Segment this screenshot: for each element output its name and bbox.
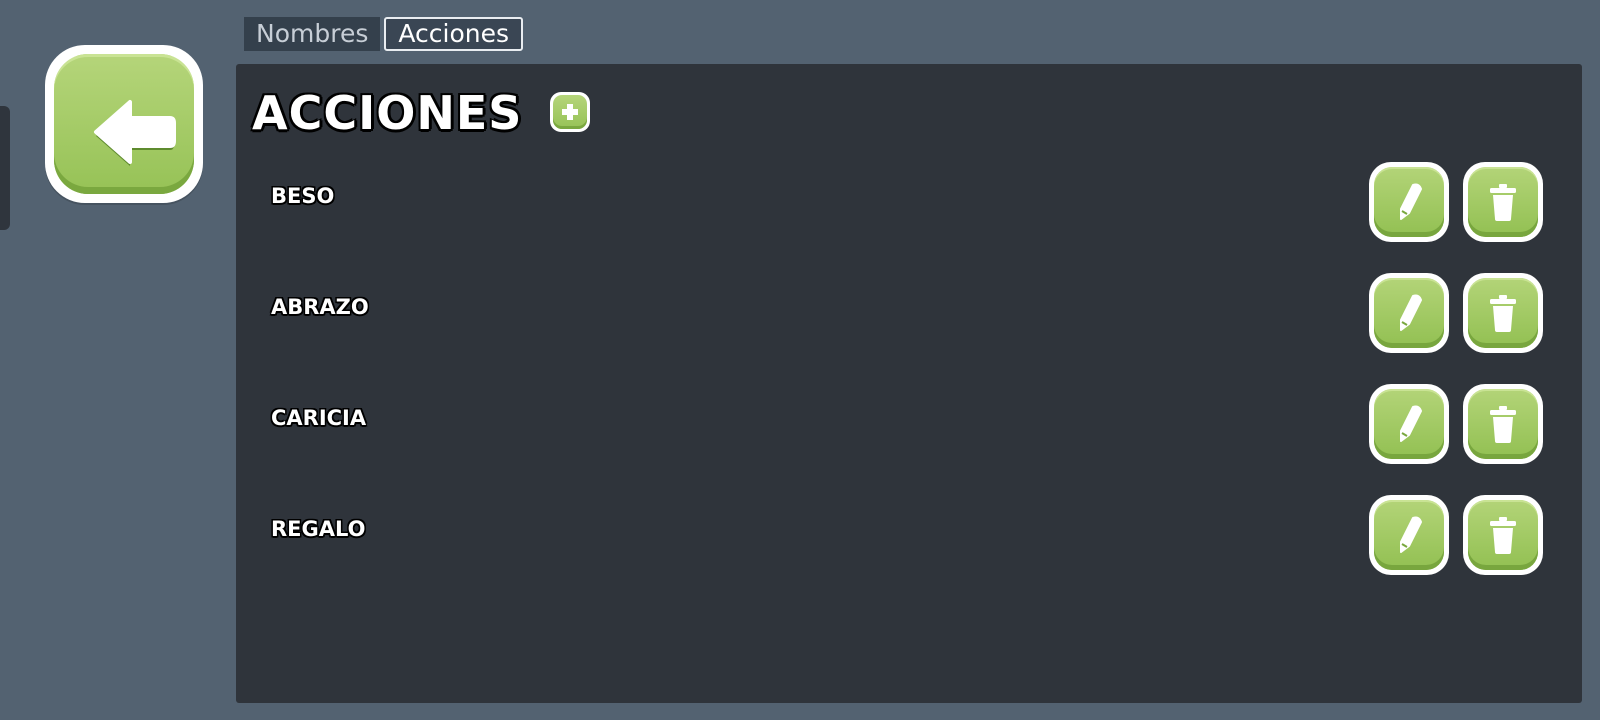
edit-button[interactable] [1369, 495, 1449, 575]
trash-icon [1490, 184, 1516, 221]
action-name: CARICIA [271, 406, 367, 430]
delete-button[interactable] [1463, 273, 1543, 353]
back-button[interactable] [45, 45, 203, 203]
edit-button[interactable] [1369, 273, 1449, 353]
action-name: REGALO [271, 517, 366, 541]
list-item: ABRAZO [236, 273, 1582, 355]
pencil-icon [1400, 405, 1422, 442]
list-item: CARICIA [236, 384, 1582, 466]
action-name: ABRAZO [271, 295, 369, 319]
action-name: BESO [271, 184, 335, 208]
arrow-left-icon [94, 100, 176, 166]
edit-button[interactable] [1369, 162, 1449, 242]
tab-bar: Nombres Acciones [244, 17, 524, 53]
side-drawer-handle[interactable] [0, 106, 10, 230]
pencil-icon [1400, 183, 1422, 220]
trash-icon [1490, 406, 1516, 443]
tab-nombres[interactable]: Nombres [244, 17, 381, 51]
actions-panel: ACCIONES BESO ABRAZO CARICIA REGALO [236, 64, 1582, 703]
page-title: ACCIONES [252, 86, 523, 140]
delete-button[interactable] [1463, 162, 1543, 242]
list-item: BESO [236, 162, 1582, 244]
tab-acciones[interactable]: Acciones [384, 17, 524, 51]
pencil-icon [1400, 516, 1422, 553]
add-action-button[interactable] [550, 92, 590, 132]
list-item: REGALO [236, 495, 1582, 577]
delete-button[interactable] [1463, 495, 1543, 575]
pencil-icon [1400, 294, 1422, 331]
edit-button[interactable] [1369, 384, 1449, 464]
delete-button[interactable] [1463, 384, 1543, 464]
trash-icon [1490, 517, 1516, 554]
trash-icon [1490, 295, 1516, 332]
plus-icon [562, 104, 578, 120]
